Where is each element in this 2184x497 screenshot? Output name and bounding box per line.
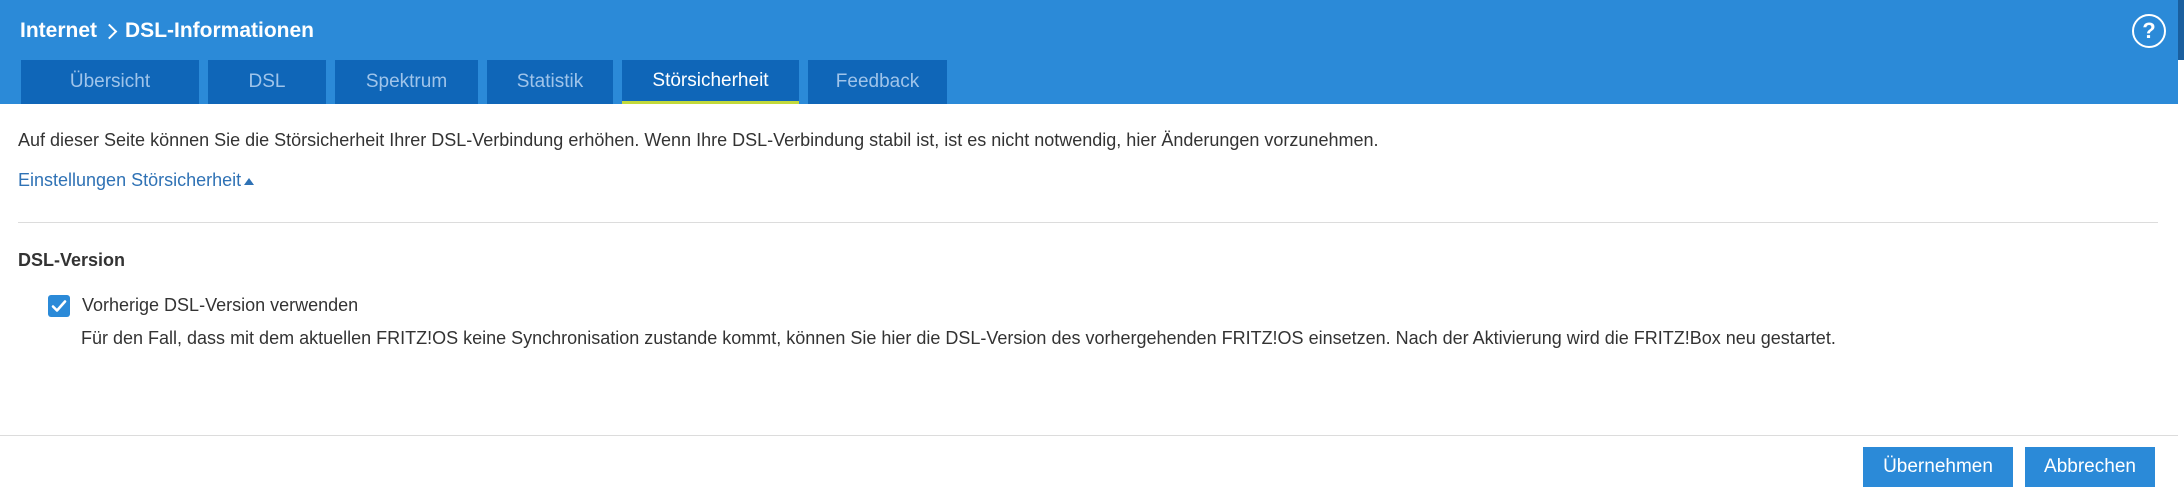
page: Internet DSL-Informationen Übersicht DSL… bbox=[0, 0, 2184, 497]
chevron-right-icon bbox=[101, 23, 118, 39]
breadcrumb: Internet DSL-Informationen bbox=[20, 16, 314, 46]
caret-up-icon bbox=[244, 178, 255, 185]
checkbox-description: Für den Fall, dass mit dem aktuellen FRI… bbox=[81, 328, 1836, 348]
checkmark-icon bbox=[51, 300, 67, 312]
header: Internet DSL-Informationen Übersicht DSL… bbox=[0, 0, 2178, 104]
tab-stoersicherheit[interactable]: Störsicherheit bbox=[622, 60, 799, 104]
settings-link-label: Einstellungen Störsicherheit bbox=[18, 170, 242, 190]
tab-bar: Übersicht DSL Spektrum Statistik Störsic… bbox=[21, 60, 956, 104]
previous-dsl-version-checkbox[interactable] bbox=[48, 295, 70, 317]
breadcrumb-item-internet[interactable]: Internet bbox=[20, 19, 97, 43]
intro-text: Auf dieser Seite können Sie die Störsich… bbox=[18, 130, 1379, 150]
cancel-button[interactable]: Abbrechen bbox=[2025, 447, 2155, 487]
section-divider bbox=[18, 222, 2158, 223]
tab-feedback[interactable]: Feedback bbox=[808, 60, 947, 104]
help-icon[interactable]: ? bbox=[2132, 14, 2166, 48]
checkbox-label[interactable]: Vorherige DSL-Version verwenden bbox=[82, 295, 358, 316]
breadcrumb-item-dsl-informationen: DSL-Informationen bbox=[125, 19, 315, 42]
settings-toggle-link[interactable]: Einstellungen Störsicherheit bbox=[18, 170, 255, 191]
apply-button[interactable]: Übernehmen bbox=[1863, 447, 2013, 487]
section-title-dsl-version: DSL-Version bbox=[18, 250, 126, 270]
tab-statistik[interactable]: Statistik bbox=[487, 60, 613, 104]
tab-spektrum[interactable]: Spektrum bbox=[335, 60, 478, 104]
scrollbar-edge bbox=[2178, 0, 2184, 60]
tab-dsl[interactable]: DSL bbox=[208, 60, 326, 104]
footer-divider bbox=[0, 435, 2178, 436]
tab-uebersicht[interactable]: Übersicht bbox=[21, 60, 199, 104]
